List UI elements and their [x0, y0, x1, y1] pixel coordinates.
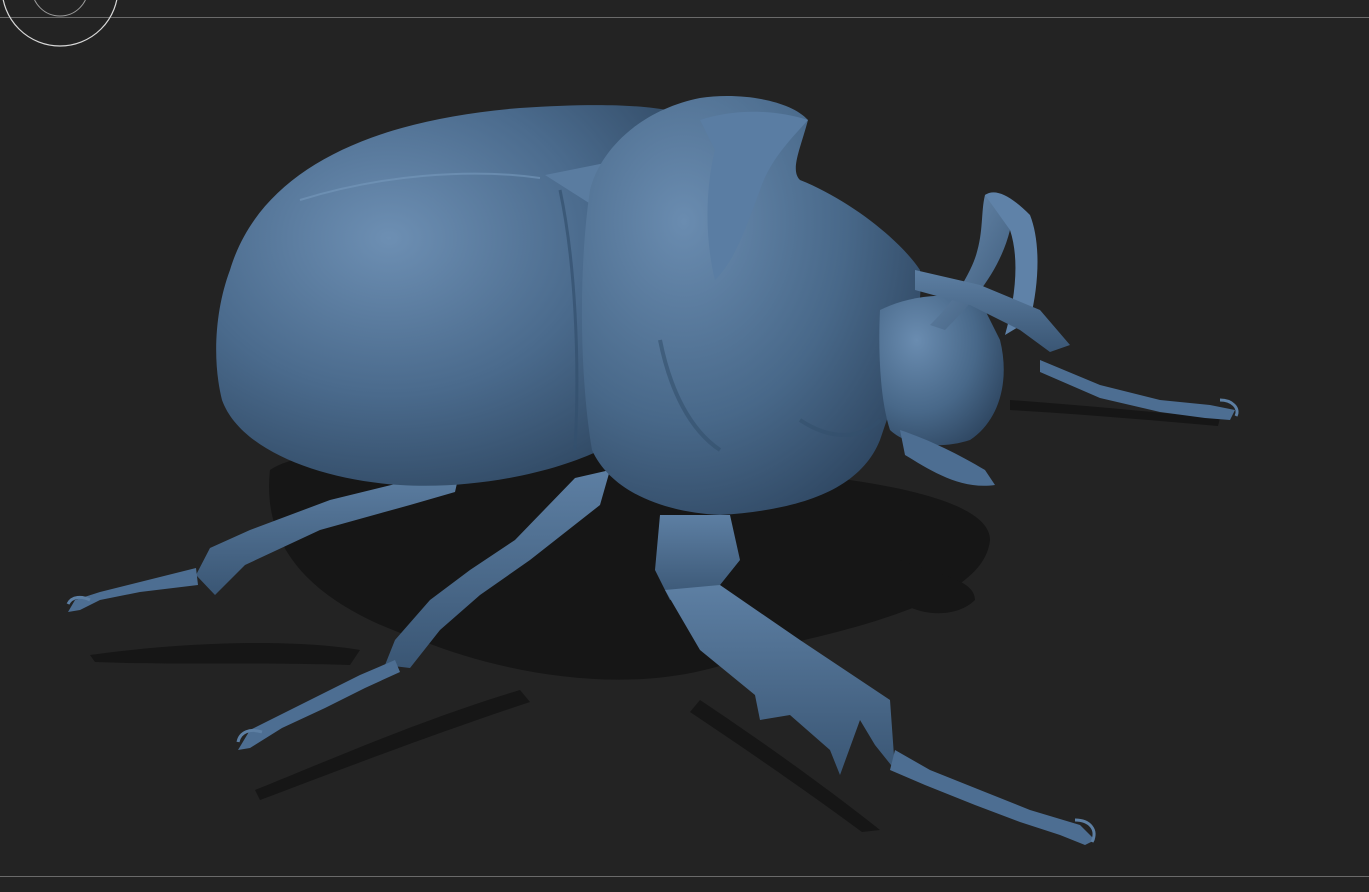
sculpt-viewport[interactable]: [0, 0, 1369, 892]
beetle-pronotum: [581, 96, 921, 516]
beetle-head: [879, 192, 1038, 486]
navigation-gizmo-icon[interactable]: [2, 0, 118, 47]
viewport-scene: [2, 0, 1239, 845]
